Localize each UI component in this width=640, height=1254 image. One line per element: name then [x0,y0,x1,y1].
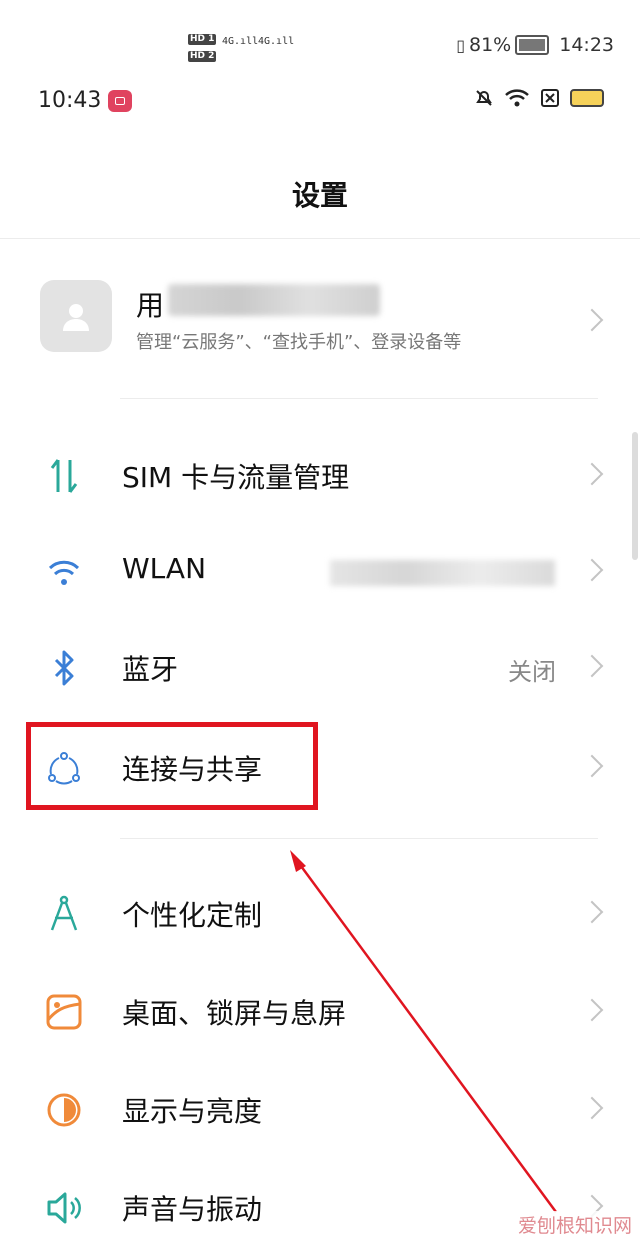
watermark: 爱刨根知识网 [517,1211,632,1238]
annotation-arrow [290,850,558,1213]
